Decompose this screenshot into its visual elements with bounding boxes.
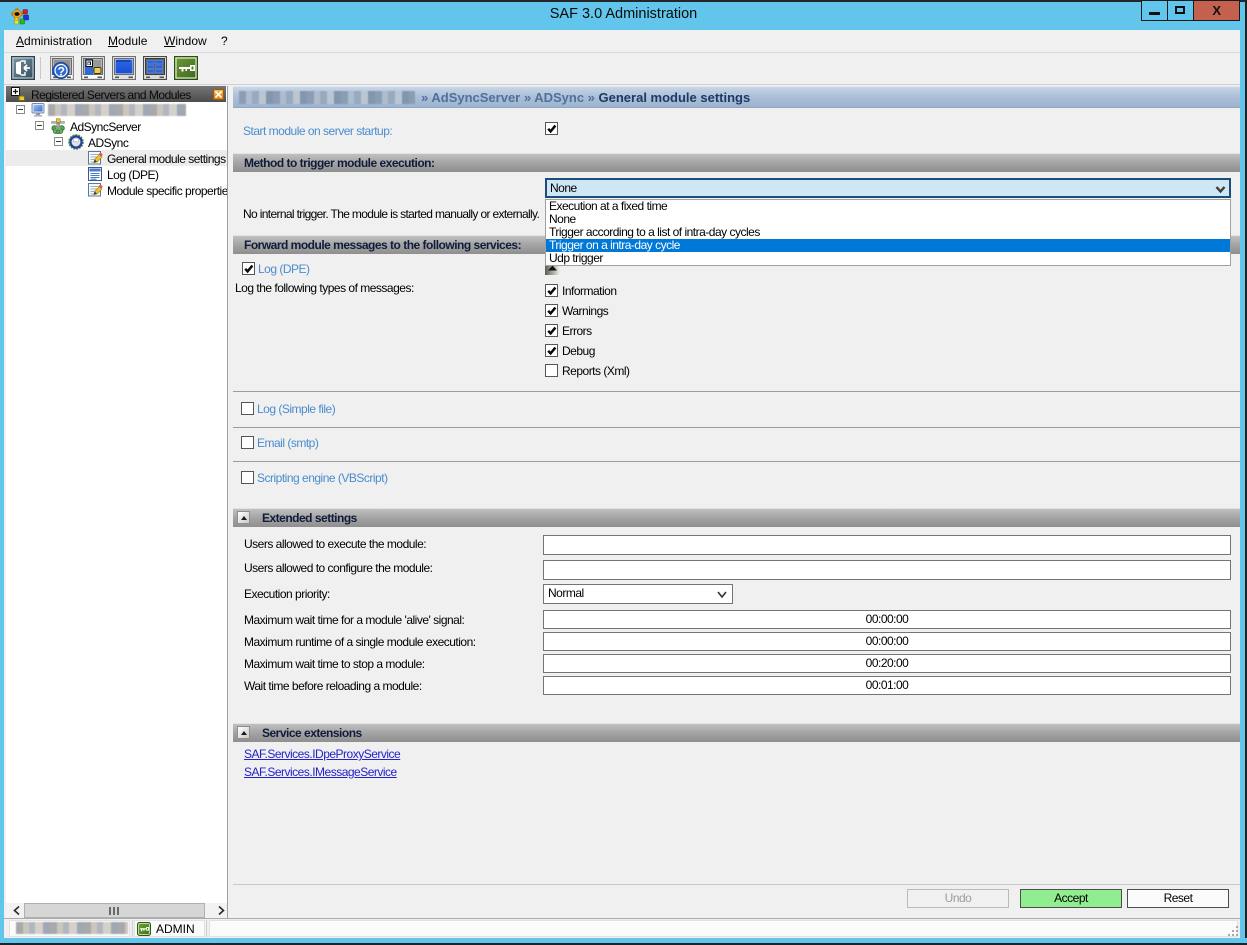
svg-text:?: ? bbox=[58, 65, 65, 79]
